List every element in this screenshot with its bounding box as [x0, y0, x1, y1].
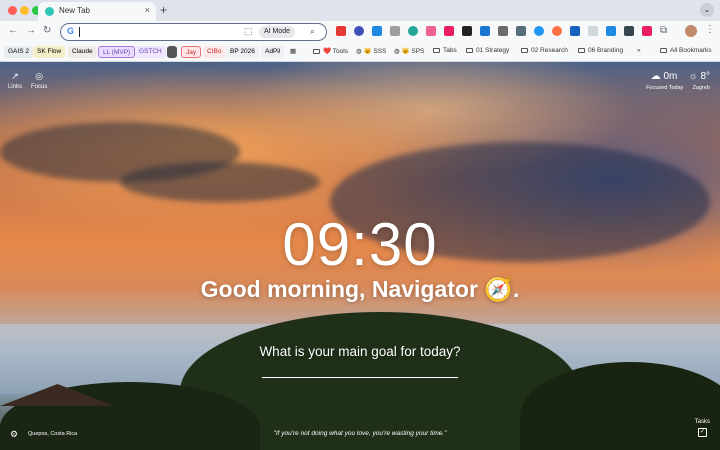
extension-icon[interactable]: [480, 26, 490, 36]
extension-icon[interactable]: [642, 26, 652, 36]
extension-icon[interactable]: [372, 26, 382, 36]
address-bar[interactable]: G ⬚ AI Mode ⌕: [60, 23, 327, 41]
bookmark-chip[interactable]: Claude: [68, 46, 97, 58]
minimize-window-button[interactable]: [20, 6, 29, 15]
folder-icon: [313, 48, 320, 54]
new-tab-button[interactable]: +: [160, 3, 167, 17]
tab-search-button[interactable]: ⌄: [700, 3, 714, 17]
bookmark-chip[interactable]: LL (MVP): [98, 46, 136, 58]
focus-button[interactable]: ◎ Focus: [31, 71, 47, 90]
momentum-dashboard: ↗ Links ◎ Focus ☁ 0m ☼ 8° Focused Today …: [0, 62, 720, 450]
extension-icon[interactable]: [462, 26, 472, 36]
extension-icon[interactable]: [624, 26, 634, 36]
bookmark-chip[interactable]: GSTCH: [135, 46, 166, 58]
extension-icon[interactable]: [570, 26, 580, 36]
daily-quote[interactable]: "If you're not doing what you love, you'…: [0, 430, 720, 437]
cloud-icon: ☁: [650, 71, 661, 82]
bookmark-square-icon[interactable]: [167, 46, 177, 58]
folder-icon: [660, 47, 667, 53]
bookmark-chip[interactable]: Jay: [181, 46, 202, 58]
all-bookmarks-folder[interactable]: All Bookmarks: [660, 47, 712, 54]
momentum-icon: [45, 7, 54, 16]
bookmark-folder-sps[interactable]: ◍ 🐱 SPS: [394, 47, 424, 55]
focus-icon: ◎: [35, 71, 44, 81]
weather-city: Zagreb: [692, 85, 710, 91]
extensions-puzzle-icon[interactable]: ⧉: [660, 25, 667, 36]
temperature: 8°: [700, 71, 710, 82]
bookmark-chip[interactable]: SK Flow: [33, 46, 66, 58]
main-goal-input[interactable]: [262, 377, 458, 378]
folder-icon: [433, 47, 440, 53]
links-button[interactable]: ↗ Links: [8, 71, 22, 90]
bookmark-folder-strategy[interactable]: 01 Strategy: [466, 47, 509, 54]
cloud-shape: [120, 162, 320, 202]
folder-icon: [521, 47, 528, 53]
extension-icon[interactable]: [588, 26, 598, 36]
greeting[interactable]: Good morning, Navigator 🧭.: [0, 276, 720, 303]
external-link-icon: ↗: [11, 71, 19, 81]
extension-icon[interactable]: [426, 26, 436, 36]
bookmark-folder-branding[interactable]: 06 Branding: [578, 47, 623, 54]
extension-icon[interactable]: [444, 26, 454, 36]
bookmark-folder-tools[interactable]: ❤️ Tools: [313, 47, 348, 55]
close-tab-icon[interactable]: ×: [145, 5, 150, 15]
reload-button[interactable]: ↻: [43, 25, 51, 36]
bookmarks-bar: GAIS 2 SK Flow Claude LL (MVP) GSTCH Jay…: [0, 43, 720, 62]
bookmark-chip[interactable]: AdPil: [261, 46, 285, 58]
bookmark-chip[interactable]: BP 2026: [226, 46, 259, 58]
menu-icon[interactable]: ⋮: [705, 24, 715, 35]
extension-icon[interactable]: [552, 26, 562, 36]
weather-widget[interactable]: ☁ 0m ☼ 8° Focused Today Zagreb: [646, 71, 710, 91]
tab-new-tab[interactable]: New Tab ×: [38, 2, 156, 21]
forward-button[interactable]: →: [26, 25, 36, 36]
folder-icon: [578, 47, 585, 53]
tab-strip: New Tab × + ⌄: [0, 0, 720, 21]
bookmark-folder-research[interactable]: 02 Research: [521, 47, 568, 54]
bookmark-chip[interactable]: GAIS 2: [4, 46, 33, 58]
google-icon: G: [67, 26, 75, 36]
ai-mode-button[interactable]: AI Mode: [259, 26, 296, 38]
extension-icon[interactable]: [390, 26, 400, 36]
extension-icon[interactable]: [498, 26, 508, 36]
focus-today-label: Focused Today: [646, 85, 684, 91]
sun-icon: ☼: [688, 71, 698, 82]
focus-time: 0m: [663, 71, 678, 82]
tasks-button[interactable]: Tasks ✓: [695, 419, 710, 437]
extension-icon[interactable]: [354, 26, 364, 36]
browser-chrome: New Tab × + ⌄ ← → ↻ G ⬚ AI Mode ⌕ ⧉ ⋮ GA…: [0, 0, 720, 62]
extension-icon[interactable]: [336, 26, 346, 36]
tab-title: New Tab: [59, 6, 90, 15]
back-button[interactable]: ←: [8, 25, 18, 36]
checkbox-icon: ✓: [697, 428, 707, 437]
toolbar: ← → ↻ G ⬚ AI Mode ⌕ ⧉ ⋮: [0, 21, 720, 43]
screenshot-icon[interactable]: ⬚: [244, 26, 253, 37]
bookmark-chip[interactable]: CIBo: [203, 46, 226, 58]
extension-icon[interactable]: [534, 26, 544, 36]
clock: 09:30: [282, 211, 438, 278]
main-goal-prompt: What is your main goal for today?: [259, 344, 461, 359]
extension-icon[interactable]: [408, 26, 418, 36]
extension-icon[interactable]: [606, 26, 616, 36]
bookmark-folder-tabs[interactable]: Tabs: [433, 47, 457, 54]
bookmark-folder-sss[interactable]: ◍ 🐱 SSS: [356, 47, 386, 55]
folder-icon: [466, 47, 473, 53]
close-window-button[interactable]: [8, 6, 17, 15]
bookmarks-overflow-button[interactable]: »: [637, 47, 641, 54]
avatar[interactable]: [685, 25, 697, 37]
search-icon[interactable]: ⌕: [310, 26, 315, 37]
text-caret: [79, 27, 80, 37]
extension-icon[interactable]: [516, 26, 526, 36]
apps-grid-icon[interactable]: ▦: [290, 47, 296, 55]
